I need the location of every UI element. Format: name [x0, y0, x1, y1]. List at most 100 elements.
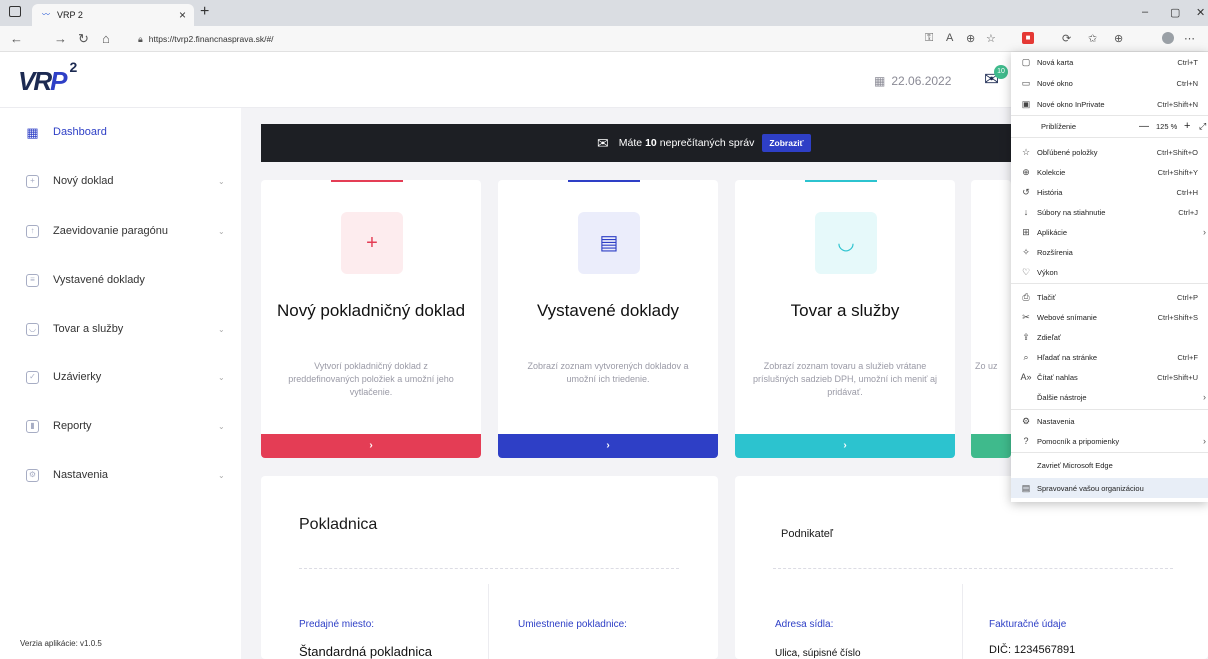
- sidebar-item-reporty[interactable]: ▮ Reporty ⌄: [0, 410, 241, 442]
- chevron-down-icon: ⌄: [218, 226, 225, 236]
- password-icon[interactable]: ⚿: [925, 32, 933, 45]
- card-go-button[interactable]: ›: [261, 434, 481, 458]
- menu-label: Nové okno: [1037, 78, 1073, 88]
- menu-item-favorites[interactable]: ☆ Obľúbené položky Ctrl+Shift+O: [1011, 142, 1208, 162]
- fullscreen-button[interactable]: ⤢: [1199, 121, 1206, 132]
- menu-item-history[interactable]: ↺ História Ctrl+H: [1011, 182, 1208, 202]
- chevron-down-icon: ⌄: [218, 176, 225, 186]
- menu-item-new-window[interactable]: ▭ Nové okno Ctrl+N: [1011, 73, 1208, 93]
- card-go-button[interactable]: ›: [735, 434, 955, 458]
- profile-avatar[interactable]: [1162, 32, 1174, 44]
- find-icon: ⌕: [1023, 351, 1029, 362]
- card-title: Tovar a služby: [790, 301, 900, 320]
- card-issued-docs[interactable]: ▤ Vystavené doklady Zobrazí zoznam vytvo…: [498, 180, 718, 458]
- menu-label: Zavrieť Microsoft Edge: [1037, 460, 1113, 470]
- vrp-logo[interactable]: VRP 2: [18, 59, 77, 97]
- menu-item-extensions[interactable]: ✧ Rozšírenia: [1011, 242, 1208, 262]
- menu-label: Zdieľať: [1037, 332, 1061, 342]
- menu-label: Priblíženie: [1041, 121, 1077, 131]
- card-go-button[interactable]: ›: [498, 434, 718, 458]
- menu-item-web-capture[interactable]: ✂ Webové snímanie Ctrl+Shift+S: [1011, 307, 1208, 327]
- sidebar-item-nastavenia[interactable]: ⚙ Nastavenia ⌄: [0, 459, 241, 491]
- panel-title: Podnikateľ: [781, 528, 834, 540]
- card-title: Nový pokladničný doklad: [276, 301, 466, 320]
- menu-item-share[interactable]: ⇪ Zdieľať: [1011, 327, 1208, 347]
- sidebar-item-zaevidovanie[interactable]: ↑ Zaevidovanie paragónu ⌄: [0, 215, 241, 247]
- menu-label: Nová karta: [1037, 57, 1074, 67]
- url-field[interactable]: 🔒︎ https://tvrp2.financnasprava.sk/#/: [138, 30, 918, 48]
- sidebar-item-uzavierky[interactable]: ✓ Uzávierky ⌄: [0, 361, 241, 393]
- menu-item-inprivate[interactable]: ▣ Nové okno InPrivate Ctrl+Shift+N: [1011, 94, 1208, 114]
- menu-item-help[interactable]: ? Pomocník a pripomienky ›: [1011, 431, 1208, 451]
- menu-shortcut: Ctrl+P: [1176, 292, 1198, 302]
- new-tab-icon: ▢: [1021, 56, 1031, 67]
- zoom-out-button[interactable]: —: [1139, 121, 1149, 132]
- sidebar: ▦ Dashboard + Nový doklad ⌄ ↑ Zaevidovan…: [0, 108, 241, 659]
- card-new-receipt[interactable]: + Nový pokladničný doklad Vytvorí poklad…: [261, 180, 481, 458]
- card-go-button[interactable]: [971, 434, 1011, 458]
- minimize-button[interactable]: –: [1142, 6, 1148, 18]
- menu-item-print[interactable]: ⎙ Tlačiť Ctrl+P: [1011, 287, 1208, 307]
- read-aloud-icon: A»: [1020, 372, 1032, 382]
- card-goods[interactable]: ◡ Tovar a služby Zobrazí zoznam tovaru a…: [735, 180, 955, 458]
- close-window-button[interactable]: ✕: [1196, 6, 1205, 19]
- divider: [488, 584, 489, 659]
- menu-item-read-aloud[interactable]: A» Čítať nahlas Ctrl+Shift+U: [1011, 367, 1208, 387]
- show-messages-button[interactable]: Zobraziť: [762, 134, 811, 152]
- menu-shortcut: Ctrl+F: [1177, 352, 1198, 362]
- app-version: Verzia aplikácie: v1.0.5: [20, 639, 102, 648]
- menu-item-downloads[interactable]: ↓ Súbory na stiahnutie Ctrl+J: [1011, 202, 1208, 222]
- field-value: Štandardná pokladnica: [299, 644, 432, 659]
- new-tab-button[interactable]: +: [200, 3, 209, 21]
- browser-tab[interactable]: 〰 VRP 2 ×: [32, 4, 194, 26]
- favorite-add-icon[interactable]: ☆: [986, 32, 996, 45]
- back-icon[interactable]: ←: [10, 31, 23, 46]
- closure-icon: ✓: [26, 370, 39, 384]
- zoom-level: 125 %: [1156, 121, 1178, 131]
- sidebar-item-novy-doklad[interactable]: + Nový doklad ⌄: [0, 165, 241, 197]
- sidebar-item-tovar[interactable]: ◡ Tovar a služby ⌄: [0, 313, 241, 345]
- divider: [962, 584, 963, 659]
- zoom-in-button[interactable]: +: [1184, 120, 1190, 132]
- menu-label: Nové okno InPrivate: [1037, 99, 1105, 109]
- menu-item-new-tab[interactable]: ▢ Nová karta Ctrl+T: [1011, 52, 1208, 72]
- home-icon[interactable]: ⌂: [102, 31, 110, 46]
- current-date: ▦ 22.06.2022: [874, 74, 951, 88]
- read-aloud-icon[interactable]: A: [946, 32, 953, 44]
- menu-item-managed[interactable]: ▤ Spravované vašou organizáciou: [1011, 478, 1208, 498]
- menu-item-settings[interactable]: ⚙ Nastavenia: [1011, 411, 1208, 431]
- goods-icon: ◡: [26, 322, 39, 336]
- menu-item-performance[interactable]: ♡ Výkon: [1011, 262, 1208, 282]
- card-description: Zobrazí zoznam vytvorených dokladov a um…: [527, 361, 689, 384]
- field-label: Predajné miesto:: [299, 619, 375, 630]
- zoom-icon[interactable]: ⊕: [966, 32, 975, 45]
- extension-icon[interactable]: ⟳: [1062, 32, 1071, 45]
- menu-item-collections[interactable]: ⊕ Kolekcie Ctrl+Shift+Y: [1011, 162, 1208, 182]
- card-description: Zobrazí zoznam tovaru a služieb vrátane …: [753, 361, 937, 397]
- menu-item-apps[interactable]: ⊞ Aplikácie ›: [1011, 222, 1208, 242]
- red-extension-icon[interactable]: ■: [1022, 32, 1034, 44]
- card-accent-line: [331, 180, 403, 182]
- menu-item-more-tools[interactable]: Ďalšie nástroje ›: [1011, 387, 1208, 407]
- field-value: DIČ: 1234567891: [989, 644, 1076, 656]
- card-partial[interactable]: Zo uz: [971, 180, 1011, 458]
- favorites-icon[interactable]: ✩: [1088, 32, 1097, 45]
- sidebar-item-dashboard[interactable]: ▦ Dashboard: [0, 116, 241, 148]
- menu-label: Tlačiť: [1037, 292, 1056, 302]
- collections-icon[interactable]: ⊕: [1114, 32, 1123, 45]
- menu-label: Aplikácie: [1037, 227, 1068, 237]
- logo-sup: 2: [69, 59, 77, 76]
- sidebar-item-vystavene[interactable]: ≡ Vystavené doklady: [0, 264, 241, 296]
- tab-actions-icon[interactable]: [9, 6, 21, 17]
- dashboard-icon: ▦: [26, 124, 39, 140]
- maximize-button[interactable]: ▢: [1170, 6, 1180, 19]
- forward-icon[interactable]: →: [54, 31, 67, 46]
- sidebar-item-label: Nový doklad: [53, 175, 114, 187]
- refresh-icon[interactable]: ↻: [78, 31, 89, 47]
- menu-item-find[interactable]: ⌕ Hľadať na stránke Ctrl+F: [1011, 347, 1208, 367]
- chevron-right-icon: ›: [1203, 227, 1206, 237]
- more-menu-icon[interactable]: ⋯: [1184, 32, 1195, 45]
- sidebar-item-label: Dashboard: [53, 126, 107, 138]
- menu-item-close-edge[interactable]: Zavrieť Microsoft Edge: [1011, 455, 1208, 475]
- tab-close-icon[interactable]: ×: [179, 8, 186, 22]
